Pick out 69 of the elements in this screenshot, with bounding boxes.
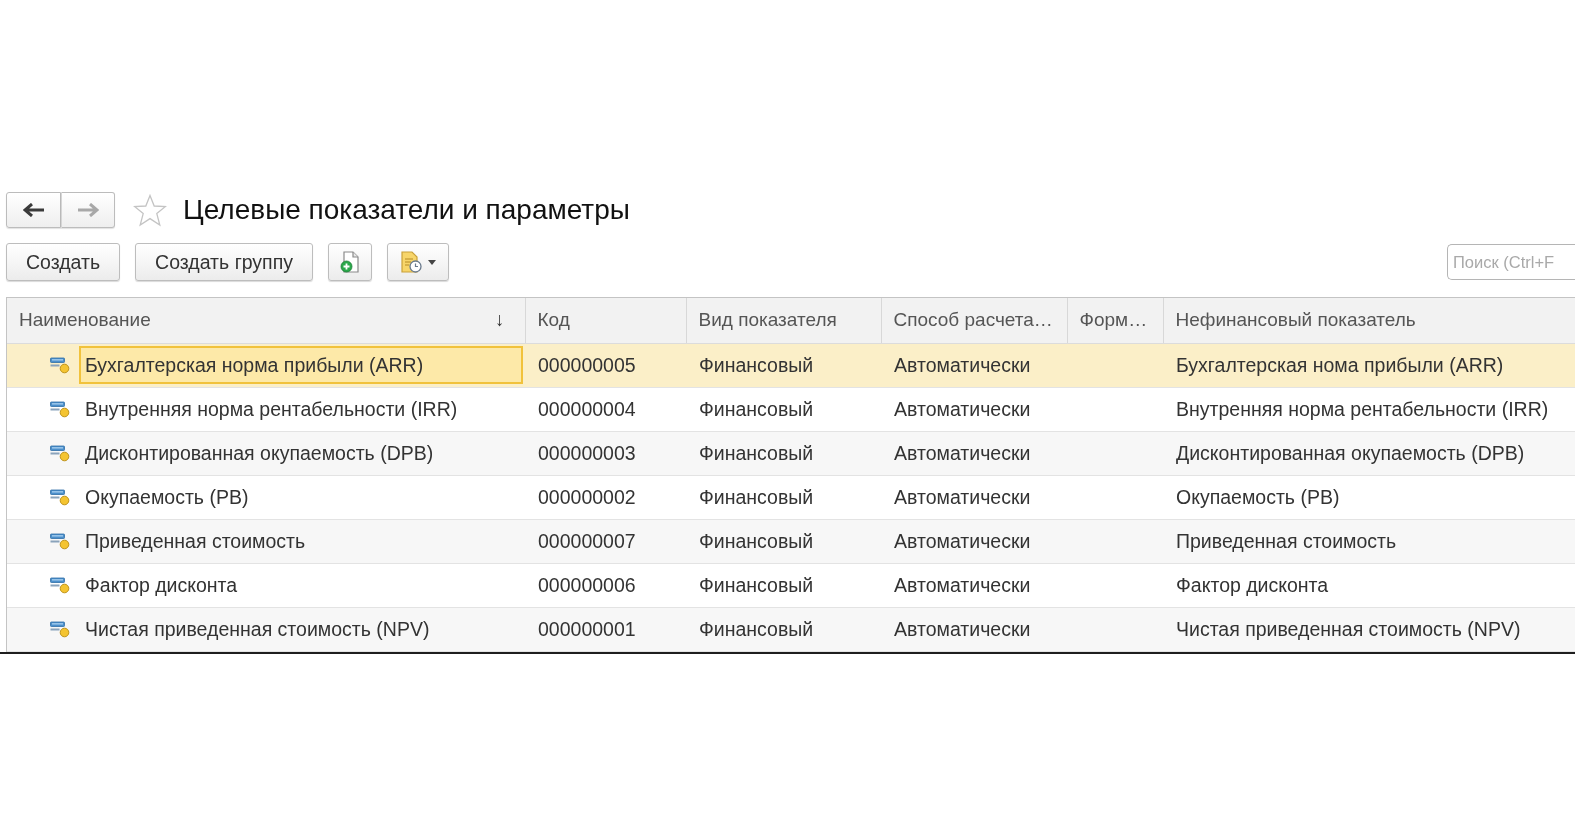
right-arrow-icon — [77, 203, 99, 217]
table-row[interactable]: Чистая приведенная стоимость (NPV) 000000001 Финансовый Автоматически Чистая приведенная стоимость (NPV) — [7, 607, 1575, 651]
table-cell: Бухгалтерская норма прибыли (ARR) — [79, 346, 523, 384]
table-cell: Автоматически — [881, 387, 1067, 431]
table-cell: Окупаемость (PB) — [1163, 475, 1575, 519]
left-arrow-icon — [22, 203, 45, 217]
table-cell: 000000004 — [525, 387, 686, 431]
table-row[interactable]: Фактор дисконта 000000006 Финансовый Автоматически Фактор дисконта — [7, 563, 1575, 607]
table-cell: 000000001 — [525, 607, 686, 651]
toolbar-button[interactable]: Создать — [6, 243, 121, 281]
table-cell: 000000006 — [525, 563, 686, 607]
table-cell: Финансовый — [686, 475, 881, 519]
table-cell: Автоматически — [881, 563, 1067, 607]
table-cell: Приведенная стоимость — [1163, 519, 1575, 563]
toolbar-button[interactable]: Создать группу — [135, 243, 313, 281]
sort-arrow[interactable]: ↓ — [495, 309, 505, 332]
table-cell: 000000002 — [525, 475, 686, 519]
table-cell-text: Чистая приведенная стоимость (NPV) — [84, 616, 431, 642]
table-cell: Внутренняя норма рентабельности (IRR) — [1163, 387, 1575, 431]
table-row[interactable]: Дисконтированная окупаемость (DPB) 000000003 Финансовый Автоматически Дисконтированная окупаемость (DPB) — [7, 431, 1575, 475]
table-cell: Чистая приведенная стоимость (NPV) — [1163, 607, 1575, 651]
column-header[interactable]: Наименование — [19, 309, 151, 332]
table-cell: Бухгалтерская нома прибыли (ARR) — [1163, 343, 1575, 387]
table-cell: Фактор дисконта — [1163, 563, 1575, 607]
table-cell-text: Фактор дисконта — [84, 572, 239, 598]
indicator-icon — [50, 356, 70, 374]
back-button[interactable] — [6, 192, 61, 228]
table-cell-text: Внутренняя норма рентабельности (IRR) — [84, 396, 459, 422]
document-plus-icon — [339, 251, 361, 273]
report-menu-button[interactable] — [387, 243, 449, 281]
table-cell-text: Приведенная стоимость — [84, 528, 307, 554]
table-cell: Финансовый — [686, 387, 881, 431]
table-cell: Финансовый — [686, 519, 881, 563]
table-cell: Автоматически — [881, 607, 1067, 651]
table-row[interactable]: Приведенная стоимость 000000007 Финансовый Автоматически Приведенная стоимость — [7, 519, 1575, 563]
indicator-icon — [50, 400, 70, 418]
table-cell: 000000007 — [525, 519, 686, 563]
table-cell: Финансовый — [686, 431, 881, 475]
star-icon[interactable] — [133, 193, 167, 227]
table-cell: 000000003 — [525, 431, 686, 475]
document-clock-icon — [400, 251, 422, 273]
column-header[interactable]: Код — [525, 298, 686, 343]
table-cell: Финансовый — [686, 607, 881, 651]
column-header[interactable]: Нефинансовый показатель — [1163, 298, 1575, 343]
table-cell: Дисконтированная окупаемость (DPB) — [1163, 431, 1575, 475]
table-cell: Автоматически — [881, 475, 1067, 519]
page-title: Целевые показатели и параметры — [183, 194, 630, 226]
caret-icon — [428, 259, 436, 265]
indicator-icon — [50, 576, 70, 594]
table-cell: Автоматически — [881, 343, 1067, 387]
column-header[interactable]: Форм… — [1067, 298, 1163, 343]
table-cell: 000000005 — [525, 343, 686, 387]
table-row[interactable]: Бухгалтерская норма прибыли (ARR) 000000005 Финансовый Автоматически Бухгалтерская нома прибыли (ARR) — [7, 343, 1575, 387]
table-cell: Финансовый — [686, 343, 881, 387]
table-cell: Автоматически — [881, 519, 1067, 563]
column-header[interactable]: Способ расчета… — [881, 298, 1067, 343]
table-row[interactable]: Внутренняя норма рентабельности (IRR) 000000004 Финансовый Автоматически Внутренняя норма рентабельности (IRR) — [7, 387, 1575, 431]
table-cell-text: Окупаемость (PB) — [84, 484, 250, 510]
indicator-icon — [50, 532, 70, 550]
search-field[interactable]: Поиск (Ctrl+F — [1447, 244, 1575, 280]
indicator-icon — [50, 444, 70, 462]
indicator-icon — [50, 620, 70, 638]
add-document-button[interactable] — [328, 243, 372, 281]
table-cell-text: Дисконтированная окупаемость (DPB) — [84, 440, 435, 466]
table-cell: Финансовый — [686, 563, 881, 607]
indicator-icon — [50, 488, 70, 506]
column-header[interactable]: Вид показателя — [686, 298, 881, 343]
table-cell: Автоматически — [881, 431, 1067, 475]
table-row[interactable]: Окупаемость (PB) 000000002 Финансовый Автоматически Окупаемость (PB) — [7, 475, 1575, 519]
